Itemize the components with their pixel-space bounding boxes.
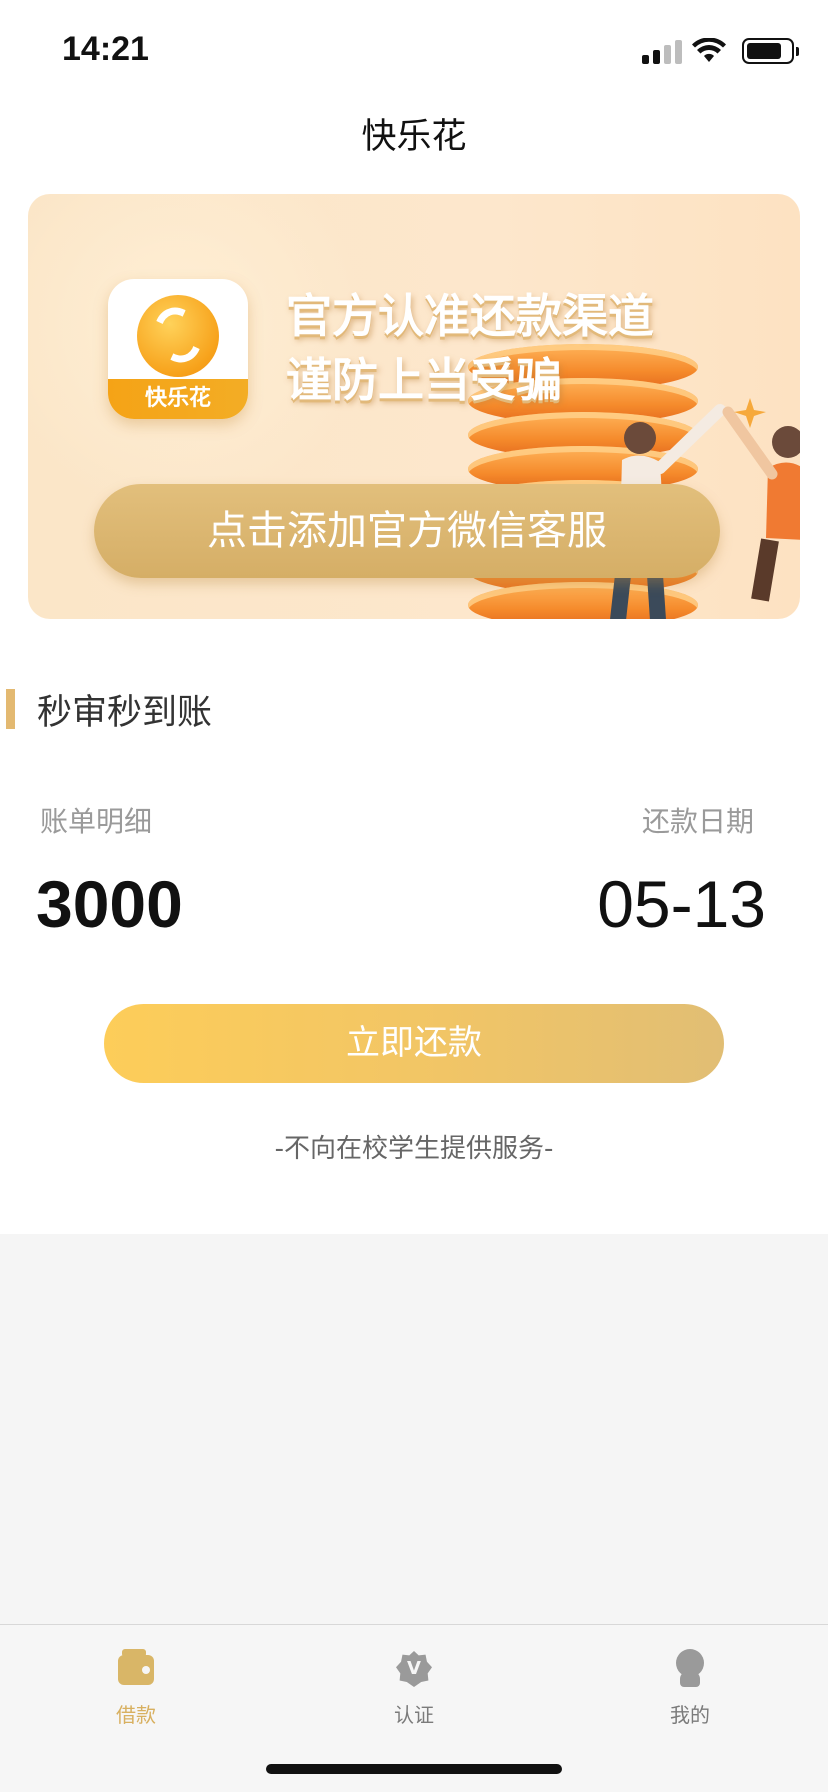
app-logo-text: 快乐花 bbox=[108, 379, 248, 419]
section-title: 秒审秒到账 bbox=[37, 692, 213, 733]
due-date-label: 还款日期 bbox=[641, 805, 754, 838]
status-bar: 14:21 bbox=[0, 0, 828, 100]
profile-icon bbox=[670, 1649, 710, 1689]
status-icons bbox=[642, 38, 799, 64]
section-accent-bar bbox=[6, 689, 15, 729]
bill-amount: 3000 bbox=[36, 867, 183, 941]
tab-verify[interactable]: V 认证 bbox=[354, 1639, 474, 1728]
tab-loan-label: 借款 bbox=[116, 1703, 156, 1727]
wifi-icon bbox=[692, 38, 726, 62]
add-wechat-service-button[interactable]: 点击添加官方微信客服 bbox=[94, 484, 720, 578]
section-header: 秒审秒到账 bbox=[0, 688, 212, 733]
banner-headline-line2: 谨防上当受骗 bbox=[286, 353, 562, 407]
battery-icon bbox=[742, 38, 799, 64]
cellular-signal-icon bbox=[642, 38, 682, 64]
tab-verify-label: 认证 bbox=[394, 1703, 434, 1727]
status-time: 14:21 bbox=[62, 30, 149, 68]
tab-loan[interactable]: 借款 bbox=[76, 1639, 196, 1728]
bill-detail-label: 账单明细 bbox=[40, 805, 153, 838]
page-title: 快乐花 bbox=[361, 117, 467, 157]
app-logo: 快乐花 bbox=[108, 279, 248, 419]
wallet-icon bbox=[116, 1649, 156, 1689]
banner-headline: 官方认准还款渠道 谨防上当受骗 bbox=[286, 284, 654, 412]
customer-service-banner[interactable]: 快乐花 官方认准还款渠道 谨防上当受骗 点击添加官方微信客服 bbox=[28, 194, 800, 619]
student-notice: -不向在校学生提供服务- bbox=[274, 1134, 554, 1164]
verify-badge-icon: V bbox=[394, 1649, 434, 1689]
banner-headline-line1: 官方认准还款渠道 bbox=[286, 289, 654, 343]
home-indicator bbox=[266, 1764, 562, 1774]
repay-now-button[interactable]: 立即还款 bbox=[104, 1004, 724, 1083]
tab-mine-label: 我的 bbox=[670, 1703, 710, 1727]
due-date-value: 05-13 bbox=[597, 867, 766, 941]
tab-mine[interactable]: 我的 bbox=[630, 1639, 750, 1728]
